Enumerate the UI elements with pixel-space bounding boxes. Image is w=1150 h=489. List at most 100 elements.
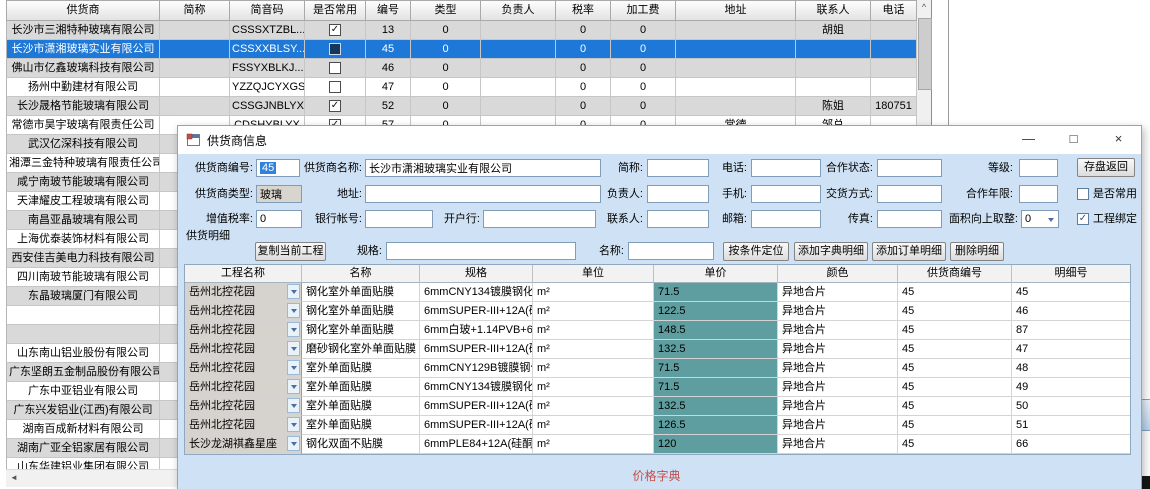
delete-detail-button[interactable]: 删除明细 <box>950 242 1004 261</box>
horizontal-scrollbar[interactable]: ◄ <box>6 469 177 487</box>
mobile-input[interactable] <box>751 185 821 203</box>
column-header[interactable]: 电话 <box>871 0 917 21</box>
close-icon[interactable]: × <box>1096 126 1141 154</box>
fax-input[interactable] <box>877 210 942 228</box>
scroll-up-icon[interactable]: ^ <box>917 0 931 16</box>
combo-dropdown-button[interactable] <box>287 303 300 318</box>
common-use-checkbox[interactable] <box>1077 188 1089 200</box>
bank-input[interactable] <box>483 210 596 228</box>
round-up-dropdown[interactable]: 0 <box>1021 210 1059 228</box>
project-bind-checkbox[interactable]: ✓ <box>1077 213 1089 225</box>
column-header[interactable]: 加工费 <box>611 0 676 21</box>
detail-row[interactable]: 岳州北控花园钢化室外单面贴膜6mm白玻+1.14PVB+6mm...m²148.… <box>185 321 1130 340</box>
column-header[interactable]: 简音码 <box>230 0 305 21</box>
grid-cell[interactable]: 岳州北控花园 <box>185 321 302 340</box>
spec-filter-input[interactable] <box>386 242 576 260</box>
supplier-name-cell: 西安佳吉美电力科技有限公司 <box>6 249 160 268</box>
detail-row[interactable]: 长沙龙湖祺鑫星座钢化双面不贴膜6mmPLE84+12A(硅酮胶...m²120异… <box>185 435 1130 454</box>
grid-cell[interactable]: 岳州北控花园 <box>185 416 302 435</box>
checkbox-unchecked[interactable] <box>329 62 341 74</box>
locate-by-condition-button[interactable]: 按条件定位 <box>723 242 789 261</box>
grid-cell: 钢化室外单面贴膜 <box>302 302 420 321</box>
combo-dropdown-button[interactable] <box>287 284 300 299</box>
add-dictionary-detail-button[interactable]: 添加字典明细 <box>794 242 868 261</box>
dialog-titlebar[interactable]: 供货商信息 — □ × <box>178 126 1141 154</box>
grid-column-header[interactable]: 供货商编号 <box>898 265 1012 283</box>
column-header[interactable]: 是否常用 <box>305 0 366 21</box>
detail-row[interactable]: 岳州北控花园钢化室外单面贴膜6mmSUPER-III+12A(硅...m²122… <box>185 302 1130 321</box>
grid-cell[interactable]: 岳州北控花园 <box>185 340 302 359</box>
supplier-name-cell: 四川南玻节能玻璃有限公司 <box>6 268 160 287</box>
grid-cell[interactable]: 长沙龙湖祺鑫星座 <box>185 435 302 454</box>
supplier-row[interactable]: 长沙市三湘特种玻璃有限公司CSSSXTZBL...✓13000胡姐 <box>6 21 917 40</box>
supplier-id-input[interactable]: 45 <box>256 159 300 177</box>
supplier-name-input[interactable] <box>365 159 601 177</box>
grid-column-header[interactable]: 工程名称 <box>185 265 302 283</box>
detail-row[interactable]: 岳州北控花园室外单面贴膜6mmCNY134镀膜钢化m²71.5异地合片4549 <box>185 378 1130 397</box>
minimize-icon[interactable]: — <box>1006 126 1051 154</box>
address-input[interactable] <box>365 185 601 203</box>
combo-dropdown-button[interactable] <box>287 417 300 432</box>
leader-input[interactable] <box>647 185 709 203</box>
supplier-row[interactable]: 佛山市亿鑫玻璃科技有限公司FSSYXBLKJ...46000 <box>6 59 917 78</box>
phone-input[interactable] <box>751 159 821 177</box>
combo-dropdown-button[interactable] <box>287 341 300 356</box>
combo-dropdown-button[interactable] <box>287 322 300 337</box>
grid-column-header[interactable]: 颜色 <box>778 265 898 283</box>
column-header[interactable]: 编号 <box>366 0 411 21</box>
detail-row[interactable]: 岳州北控花园室外单面贴膜6mmSUPER-III+12A(硅...m²132.5… <box>185 397 1130 416</box>
email-input[interactable] <box>751 210 821 228</box>
save-return-button[interactable]: 存盘返回 <box>1077 158 1135 177</box>
detail-row[interactable]: 岳州北控花园室外单面贴膜6mmCNY129B镀膜钢化m²71.5异地合片4548 <box>185 359 1130 378</box>
supplier-row[interactable]: 长沙晟格节能玻璃有限公司CSSGJNBLYXGS✓52000陈姐180751 <box>6 97 917 116</box>
coop-years-input[interactable] <box>1019 185 1058 203</box>
grade-input[interactable] <box>1019 159 1058 177</box>
table-cell: 0 <box>556 78 611 97</box>
column-header[interactable]: 供货商 <box>6 0 160 21</box>
supplier-row[interactable]: 长沙市潇湘玻璃实业有限公司CSSXXBLSY...45000 <box>6 40 917 59</box>
column-header[interactable]: 类型 <box>411 0 481 21</box>
name-filter-input[interactable] <box>628 242 714 260</box>
column-header[interactable]: 负责人 <box>481 0 556 21</box>
supplier-row[interactable]: 扬州中勤建材有限公司YZZQJCYXGS47000 <box>6 78 917 97</box>
grid-column-header[interactable]: 单位 <box>533 265 654 283</box>
delivery-input[interactable] <box>877 185 942 203</box>
column-header[interactable]: 税率 <box>556 0 611 21</box>
grid-column-header[interactable]: 名称 <box>302 265 420 283</box>
detail-row[interactable]: 岳州北控花园磨砂钢化室外单面贴膜6mmSUPER-III+12A(硅...m²1… <box>185 340 1130 359</box>
column-header[interactable]: 地址 <box>676 0 796 21</box>
checkbox-checked[interactable]: ✓ <box>329 100 341 112</box>
grid-cell[interactable]: 岳州北控花园 <box>185 302 302 321</box>
maximize-icon[interactable]: □ <box>1051 126 1096 154</box>
scrollbar-thumb[interactable] <box>918 18 932 90</box>
grid-cell[interactable]: 岳州北控花园 <box>185 378 302 397</box>
table-cell: 0 <box>611 78 676 97</box>
detail-row[interactable]: 岳州北控花园钢化室外单面贴膜6mmCNY134镀膜钢化m²71.5异地合片454… <box>185 283 1130 302</box>
coop-status-input[interactable] <box>877 159 942 177</box>
combo-dropdown-button[interactable] <box>287 379 300 394</box>
grid-cell[interactable]: 岳州北控花园 <box>185 283 302 302</box>
grid-column-header[interactable]: 单价 <box>654 265 778 283</box>
combo-dropdown-button[interactable] <box>287 436 300 451</box>
column-header[interactable]: 联系人 <box>796 0 871 21</box>
supplier-type-input[interactable] <box>256 185 302 203</box>
combo-dropdown-button[interactable] <box>287 360 300 375</box>
chevron-down-icon <box>291 442 297 446</box>
abbr-input[interactable] <box>647 159 709 177</box>
detail-row[interactable]: 岳州北控花园室外单面贴膜6mmSUPER-III+12A(硅...m²126.5… <box>185 416 1130 435</box>
contact-input[interactable] <box>647 210 709 228</box>
bank-account-input[interactable] <box>365 210 433 228</box>
checkbox-unchecked[interactable] <box>329 43 341 55</box>
scroll-left-icon[interactable]: ◄ <box>6 470 22 486</box>
checkbox-checked[interactable]: ✓ <box>329 24 341 36</box>
combo-dropdown-button[interactable] <box>287 398 300 413</box>
grid-column-header[interactable]: 明细号 <box>1012 265 1130 283</box>
grid-cell[interactable]: 岳州北控花园 <box>185 397 302 416</box>
grid-cell[interactable]: 岳州北控花园 <box>185 359 302 378</box>
add-order-detail-button[interactable]: 添加订单明细 <box>872 242 946 261</box>
column-header[interactable]: 简称 <box>160 0 230 21</box>
copy-current-project-button[interactable]: 复制当前工程 <box>255 242 326 261</box>
vat-input[interactable] <box>256 210 302 228</box>
grid-column-header[interactable]: 规格 <box>420 265 533 283</box>
checkbox-unchecked[interactable] <box>329 81 341 93</box>
